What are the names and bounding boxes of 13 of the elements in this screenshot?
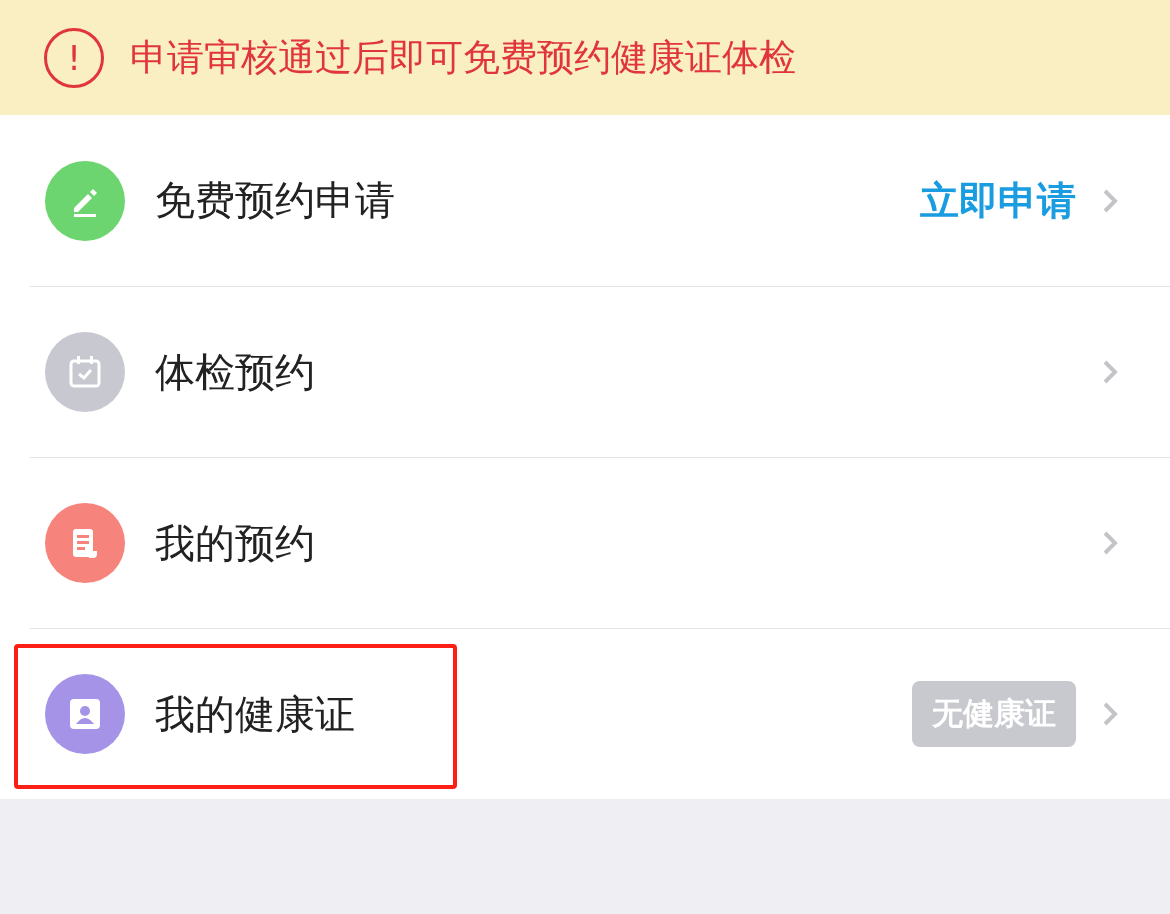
chevron-right-icon — [1102, 359, 1118, 385]
menu-label: 我的健康证 — [155, 689, 356, 739]
menu-item[interactable]: 我的预约 — [30, 457, 1170, 628]
menu-label: 体检预约 — [155, 347, 316, 397]
chevron-right-icon — [1102, 187, 1118, 214]
menu-item[interactable]: 免费预约申请 立即申请 — [30, 115, 1170, 286]
notice-text: 申请审核通过后即可免费预约健康证体检 — [130, 34, 796, 81]
chevron-right-icon — [1102, 530, 1118, 556]
menu-item[interactable]: 体检预约 — [30, 286, 1170, 457]
alert-icon: ! — [44, 27, 104, 88]
menu-label: 我的预约 — [155, 518, 316, 568]
chevron-right-icon — [1102, 701, 1118, 727]
menu-label: 免费预约申请 — [155, 176, 396, 225]
